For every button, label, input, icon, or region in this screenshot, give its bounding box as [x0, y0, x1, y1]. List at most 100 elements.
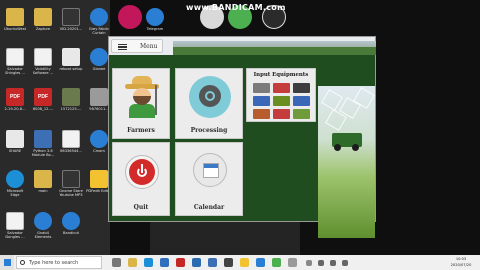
- taskbar-search[interactable]: Type here to search: [16, 256, 102, 269]
- desktop-icon[interactable]: Volatility Software ...: [30, 48, 56, 82]
- equipment-grid: [253, 83, 311, 119]
- calendar-tile[interactable]: Calendar: [175, 142, 243, 216]
- system-clock[interactable]: 10:03 2020/07/20: [444, 256, 478, 268]
- start-button[interactable]: [0, 255, 14, 270]
- pdf-editor-icon: [90, 170, 108, 188]
- desktop-icon[interactable]: 66336544...: [58, 130, 84, 164]
- pitchfork: [155, 85, 157, 115]
- desktop-icon-label: UbuntuWest: [4, 27, 26, 31]
- desktop-icon-label: 66336544...: [60, 149, 82, 153]
- desktop-icon[interactable]: PDF 2-19-20-8...: [2, 88, 28, 122]
- input-equipments-label: Input Equipments: [253, 72, 309, 78]
- desktop-icon-label: Gnab4 Elements: [34, 231, 52, 239]
- equipment-thumbnail: [273, 96, 290, 106]
- desktop-icon-label: Gnome Store Youtube MP3 ...: [59, 189, 83, 197]
- desktop-icon-label: 2-19-20-8...: [4, 107, 26, 111]
- vscode-icon[interactable]: [256, 258, 265, 267]
- app-icon: [34, 212, 52, 230]
- desktop-icon[interactable]: PDF 6008_12-...: [30, 88, 56, 122]
- video-icon: [62, 8, 80, 26]
- settings-taskbar-icon[interactable]: [288, 258, 297, 267]
- power-button-face: [129, 159, 155, 185]
- calendar-page: [203, 163, 219, 178]
- telegram-icon: [146, 8, 164, 26]
- python-taskbar-icon[interactable]: [208, 258, 217, 267]
- volume-icon[interactable]: [330, 260, 336, 266]
- desktop-icon-label: 1572125-...: [60, 107, 82, 111]
- harvester-wheel: [334, 144, 341, 151]
- equipment-thumbnail: [273, 109, 290, 119]
- farmer-body: [129, 104, 155, 118]
- banner-field: [173, 47, 376, 55]
- pdf-icon: PDF: [34, 88, 52, 106]
- processing-tile[interactable]: Processing: [175, 68, 243, 139]
- task-view-icon[interactable]: [112, 258, 121, 267]
- document-icon: [34, 48, 52, 66]
- gear-icon: [189, 76, 231, 118]
- folder-icon: [34, 170, 52, 188]
- quit-tile[interactable]: Quit: [112, 142, 170, 216]
- equipment-thumbnail: [253, 96, 270, 106]
- windows-icon: [4, 259, 11, 266]
- desktop-icon-label: Bandicut: [63, 231, 79, 235]
- desktop-icon[interactable]: main: [30, 170, 56, 204]
- desktop-icon[interactable]: VID-20201...: [58, 8, 84, 42]
- search-icon: [20, 260, 25, 265]
- desktop-icon-label: Python 3.6 Module Bo...: [31, 149, 55, 157]
- terminal-icon[interactable]: [224, 258, 233, 267]
- power-bar: [141, 164, 143, 173]
- word-icon[interactable]: [192, 258, 201, 267]
- input-equipments-tile[interactable]: Input Equipments: [246, 68, 316, 122]
- edge-icon: [6, 170, 24, 188]
- file-explorer-icon[interactable]: [128, 258, 137, 267]
- network-icon[interactable]: [318, 260, 324, 266]
- desktop-icon-label: Salvador Dongles ...: [5, 231, 25, 239]
- image-icon: [90, 88, 108, 106]
- chrome-icon[interactable]: [272, 258, 281, 267]
- app-icon: [90, 48, 108, 66]
- desktop-icon[interactable]: 1572125-...: [58, 88, 84, 122]
- desktop-icon[interactable]: UbuntuWest: [2, 8, 28, 42]
- pdf-taskbar-icon[interactable]: [176, 258, 185, 267]
- desktop-icon-label: Grey Fabric Curtain: [88, 27, 110, 35]
- desktop-icon[interactable]: Python 3.6 Module Bo...: [30, 130, 56, 164]
- farm-image: [318, 86, 375, 238]
- app-icon: [90, 130, 108, 148]
- equipment-thumbnail: [293, 83, 310, 93]
- taskbar: Type here to search 10:03 2020/07/20: [0, 255, 480, 270]
- edge-taskbar-icon[interactable]: [144, 258, 153, 267]
- app-icon: [62, 170, 80, 188]
- banner-image: [173, 41, 376, 55]
- image-icon: [62, 88, 80, 106]
- farm-app-window: Farmers Processing Input Equipments Quit: [108, 36, 376, 238]
- tray-chevron-icon[interactable]: [306, 260, 312, 266]
- folder-icon: [6, 8, 24, 26]
- hamburger-icon: [118, 44, 127, 50]
- desktop-icon[interactable]: Salvador Shingles ...: [2, 48, 28, 82]
- app-taskbar-icon[interactable]: [240, 258, 249, 267]
- gear-center: [207, 93, 213, 99]
- media-app-icon[interactable]: [118, 5, 142, 29]
- clock-date: 2020/07/20: [450, 263, 472, 267]
- quit-label: Quit: [133, 204, 149, 211]
- document-icon: [62, 48, 80, 66]
- desktop-icon[interactable]: Gnome Store Youtube MP3 ...: [58, 170, 84, 204]
- desktop-icon[interactable]: Zapture: [30, 8, 56, 42]
- battery-icon[interactable]: [342, 260, 348, 266]
- equipment-thumbnail: [293, 96, 310, 106]
- desktop-icon[interactable]: Microsoft Edge: [2, 170, 28, 204]
- desktop-icon[interactable]: Gnab4 Elements: [30, 212, 56, 246]
- store-icon[interactable]: [160, 258, 169, 267]
- desktop-icon[interactable]: Bandicut: [58, 212, 84, 246]
- farmers-tile[interactable]: Farmers: [112, 68, 170, 139]
- desktop-icon[interactable]: SHARE: [2, 130, 28, 164]
- equipment-thumbnail: [253, 109, 270, 119]
- menu-button[interactable]: Menu: [111, 39, 163, 53]
- desktop-icon[interactable]: Salvador Dongles ...: [2, 212, 28, 246]
- power-icon: [125, 155, 159, 189]
- desktop-icon-label: Salvador Shingles ...: [5, 67, 25, 75]
- equipment-thumbnail: [253, 83, 270, 93]
- desktop-icon[interactable]: reboot setup: [58, 48, 84, 82]
- equipment-thumbnail: [293, 109, 310, 119]
- pdf-icon: PDF: [6, 88, 24, 106]
